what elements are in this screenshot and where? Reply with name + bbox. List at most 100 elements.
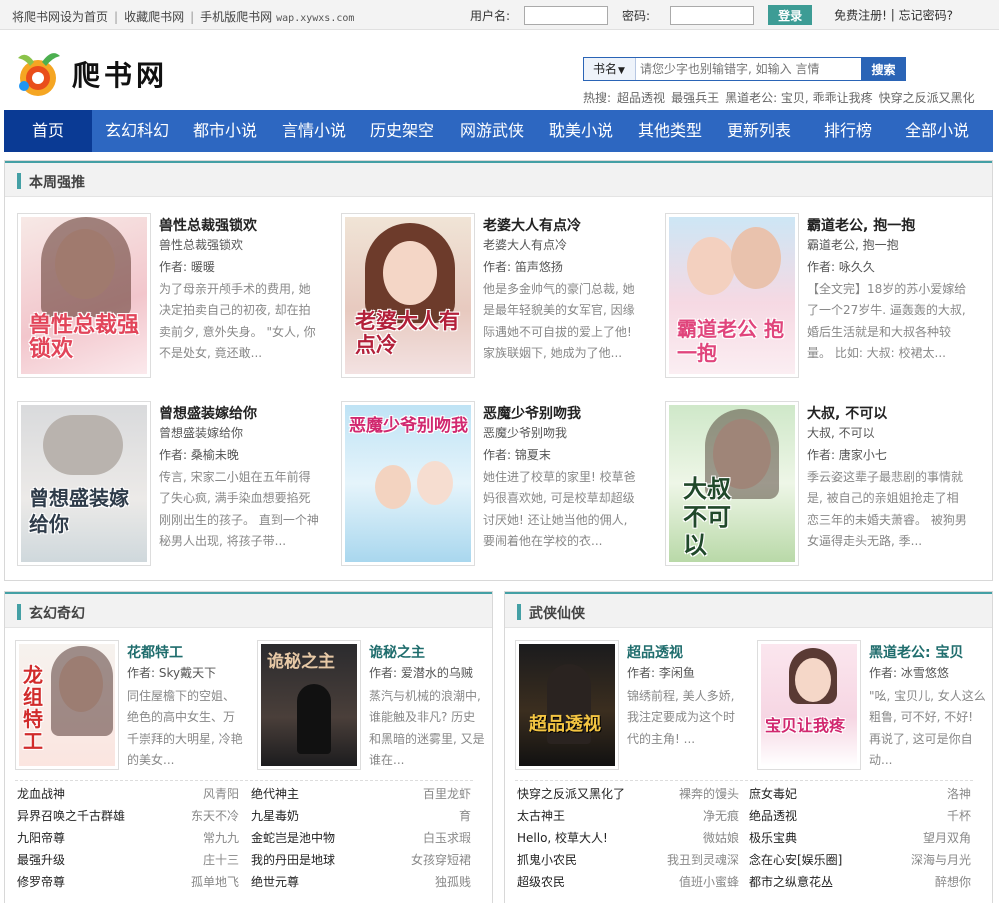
list-item[interactable]: 超级农民 值班小蜜蜂 xyxy=(517,871,739,893)
login-button[interactable]: 登录 xyxy=(768,5,813,25)
book-card: 大叔不可以 大叔, 不可以 大叔, 不可以 作者: 唐家小七 季云姿这辈子最悲剧… xyxy=(665,401,983,566)
list-item[interactable]: 异界召唤之千古群雄 东天不冷 xyxy=(17,805,239,827)
book-card: 曾想盛装嫁给你 曾想盛装嫁给你 曾想盛装嫁给你 作者: 桑榆未晚 传言, 宋家二… xyxy=(17,401,335,566)
book-cover[interactable]: 超品透视 xyxy=(515,640,619,770)
password-input[interactable] xyxy=(670,5,755,25)
list-item[interactable]: 绝世元尊 独孤贱 xyxy=(251,871,471,893)
book-cover[interactable]: 大叔不可以 xyxy=(665,401,799,566)
nav-rankings[interactable]: 排行榜 xyxy=(824,110,872,152)
password-label: 密码: xyxy=(622,8,651,23)
search-input[interactable] xyxy=(637,58,860,80)
username-input[interactable] xyxy=(524,5,609,25)
forgot-password-link[interactable]: 忘记密码? xyxy=(899,9,953,23)
book-subtitle: 兽性总裁强锁欢 xyxy=(159,238,244,252)
top-links: 将爬书网设为首页 | 收藏爬书网 | 手机版爬书网 wap.xywxs.com xyxy=(12,10,355,24)
nav-fantasy-scifi[interactable]: 玄幻科幻 xyxy=(105,110,169,152)
book-title[interactable]: 花都特工 xyxy=(127,642,183,662)
book-cover[interactable]: 霸道老公 抱一抱 xyxy=(665,213,799,378)
main-nav: 首页 玄幻科幻 都市小说 言情小说 历史架空 网游武侠 耽美小说 其他类型 更新… xyxy=(4,110,993,152)
nav-romance[interactable]: 言情小说 xyxy=(282,110,346,152)
cover-title: 曾想盛装嫁给你 xyxy=(29,486,129,536)
site-logo[interactable]: 爬书网 xyxy=(12,48,182,100)
hot-search-item[interactable]: 最强兵王 xyxy=(671,91,719,105)
book-description: 锦绣前程, 美人多娇, 我注定要成为这个时代的主角! ... xyxy=(627,689,736,746)
cover-title: 霸道老公 抱一抱 xyxy=(677,317,784,365)
list-item[interactable]: 念在心安[娱乐圈] 深海与月光 xyxy=(749,849,971,871)
panel-header: 武侠仙侠 xyxy=(505,592,992,628)
book-subtitle: 老婆大人有点冷 xyxy=(483,238,568,252)
mobile-domain[interactable]: wap.xywxs.com xyxy=(276,13,354,24)
header: 爬书网 书名▼ 搜索 热搜: 超品透视最强兵王黑道老公: 宝贝, 乖乖让我疼快穿之… xyxy=(0,30,999,108)
book-title[interactable]: 黑道老公: 宝贝 xyxy=(869,642,963,662)
list-item[interactable]: 九阳帝尊 常九九 xyxy=(17,827,239,849)
set-homepage-link[interactable]: 将爬书网设为首页 xyxy=(12,10,108,24)
book-description: "吆, 宝贝儿, 女人这么粗鲁, 可不好, 不好! 再说了, 这可是你自动... xyxy=(869,689,986,768)
list-item[interactable]: 金蛇岂是池中物 白玉求瑕 xyxy=(251,827,471,849)
mobile-site-link[interactable]: 手机版爬书网 xyxy=(200,10,272,24)
book-title[interactable]: 诡秘之主 xyxy=(369,642,425,662)
search-category-select[interactable]: 书名▼ xyxy=(584,58,636,80)
list-item[interactable]: Hello, 校草大人! 微姑娘 xyxy=(517,827,739,849)
book-title[interactable]: 霸道老公, 抱一抱 xyxy=(807,215,915,235)
register-link[interactable]: 免费注册! xyxy=(834,9,887,23)
book-description: 蒸汽与机械的浪潮中, 谁能触及非凡? 历史和黑暗的迷雾里, 又是谁在... xyxy=(369,689,485,768)
book-cover[interactable]: 兽性总裁强锁欢 xyxy=(17,213,151,378)
username-label: 用户名: xyxy=(470,8,511,23)
book-cover[interactable]: 龙组特工 xyxy=(15,640,119,770)
search-bar: 书名▼ 搜索 xyxy=(583,57,906,81)
nav-other[interactable]: 其他类型 xyxy=(638,110,702,152)
book-card: 兽性总裁强锁欢 兽性总裁强锁欢 兽性总裁强锁欢 作者: 暖暖 为了母亲开颅手术的… xyxy=(17,213,335,378)
book-description: 传言, 宋家二小姐在五年前得了失心疯, 满手染血想要掐死刚刚出生的孩子。 直到一… xyxy=(159,470,319,549)
book-subtitle: 大叔, 不可以 xyxy=(807,426,875,440)
book-title[interactable]: 兽性总裁强锁欢 xyxy=(159,215,257,235)
list-item[interactable]: 太古神王 净无痕 xyxy=(517,805,739,827)
search-button[interactable]: 搜索 xyxy=(861,58,906,80)
list-item[interactable]: 绝代神主 百里龙虾 xyxy=(251,783,471,805)
panel-title: 本周强推 xyxy=(29,175,85,191)
book-card: 老婆大人有点冷 老婆大人有点冷 老婆大人有点冷 作者: 笛声悠扬 他是多金帅气的… xyxy=(341,213,659,378)
book-description: 【全文完】18岁的苏小爱嫁给了一个27岁牛. 逼轰轰的大叔, 婚后生活就是和大叔… xyxy=(807,282,967,361)
list-item[interactable]: 极乐宝典 望月双角 xyxy=(749,827,971,849)
book-list: 快穿之反派又黑化了 裸奔的馒头 庶女毒妃 洛神 太古神王 净无痕 绝品透视 千杯 Hel… xyxy=(515,780,973,889)
book-cover[interactable]: 诡秘之主 xyxy=(257,640,361,770)
list-item[interactable]: 庶女毒妃 洛神 xyxy=(749,783,971,805)
list-item[interactable]: 抓鬼小农民 我丑到灵魂深 xyxy=(517,849,739,871)
book-description: 为了母亲开颅手术的费用, 她决定拍卖自己的初夜, 却在拍卖前夕, 意外失身。 "… xyxy=(159,282,316,361)
nav-urban[interactable]: 都市小说 xyxy=(193,110,257,152)
nav-home[interactable]: 首页 xyxy=(4,110,92,152)
book-title[interactable]: 恶魔少爷别吻我 xyxy=(483,403,581,423)
book-cover[interactable]: 恶魔少爷别吻我 xyxy=(341,401,475,566)
list-item[interactable]: 我的丹田是地球 女孩穿短裙 xyxy=(251,849,471,871)
list-item[interactable]: 绝品透视 千杯 xyxy=(749,805,971,827)
list-item[interactable]: 九星毒奶育 xyxy=(251,805,471,827)
nav-all-novels[interactable]: 全部小说 xyxy=(905,110,969,152)
book-author: 作者: 桑榆未晚 xyxy=(159,448,239,462)
list-item[interactable]: 快穿之反派又黑化了 裸奔的馒头 xyxy=(517,783,739,805)
nav-updates[interactable]: 更新列表 xyxy=(727,110,791,152)
nav-wuxia[interactable]: 网游武侠 xyxy=(460,110,524,152)
list-item[interactable]: 最强升级 庄十三 xyxy=(17,849,239,871)
featured-book: 龙组特工 花都特工 作者: Sky戴天下 同住屋檐下的空姐、绝色的高中女生、万千… xyxy=(15,640,253,770)
book-title[interactable]: 大叔, 不可以 xyxy=(807,403,887,423)
hot-search-item[interactable]: 超品透视 xyxy=(617,91,665,105)
hot-search-item[interactable]: 黑道老公: 宝贝, 乖乖让我疼 xyxy=(725,91,873,105)
book-cover[interactable]: 老婆大人有点冷 xyxy=(341,213,475,378)
top-bar: 将爬书网设为首页 | 收藏爬书网 | 手机版爬书网 wap.xywxs.com 用户名: 密… xyxy=(0,0,999,30)
hot-label: 热搜: xyxy=(583,91,612,105)
list-item[interactable]: 龙血战神 风青阳 xyxy=(17,783,239,805)
nav-history[interactable]: 历史架空 xyxy=(370,110,434,152)
bookmark-link[interactable]: 收藏爬书网 xyxy=(124,10,184,24)
book-card: 霸道老公 抱一抱 霸道老公, 抱一抱 霸道老公, 抱一抱 作者: 咏久久 【全文… xyxy=(665,213,983,378)
book-cover[interactable]: 曾想盛装嫁给你 xyxy=(17,401,151,566)
book-title[interactable]: 老婆大人有点冷 xyxy=(483,215,581,235)
nav-danmei[interactable]: 耽美小说 xyxy=(549,110,613,152)
cover-title: 诡秘之主 xyxy=(267,652,335,672)
list-item[interactable]: 修罗帝尊 孤单地飞 xyxy=(17,871,239,893)
hot-search-item[interactable]: 快穿之反派又黑化 xyxy=(879,91,975,105)
book-title[interactable]: 超品透视 xyxy=(627,642,683,662)
book-title[interactable]: 曾想盛装嫁给你 xyxy=(159,403,257,423)
login-form: 用户名: 密码: 登录 免费注册! | 忘记密码? xyxy=(470,5,953,25)
book-cover[interactable]: 宝贝让我疼 xyxy=(757,640,861,770)
list-item[interactable]: 都市之纵意花丛 醉想你 xyxy=(749,871,971,893)
cover-title: 兽性总裁强锁欢 xyxy=(29,312,140,362)
